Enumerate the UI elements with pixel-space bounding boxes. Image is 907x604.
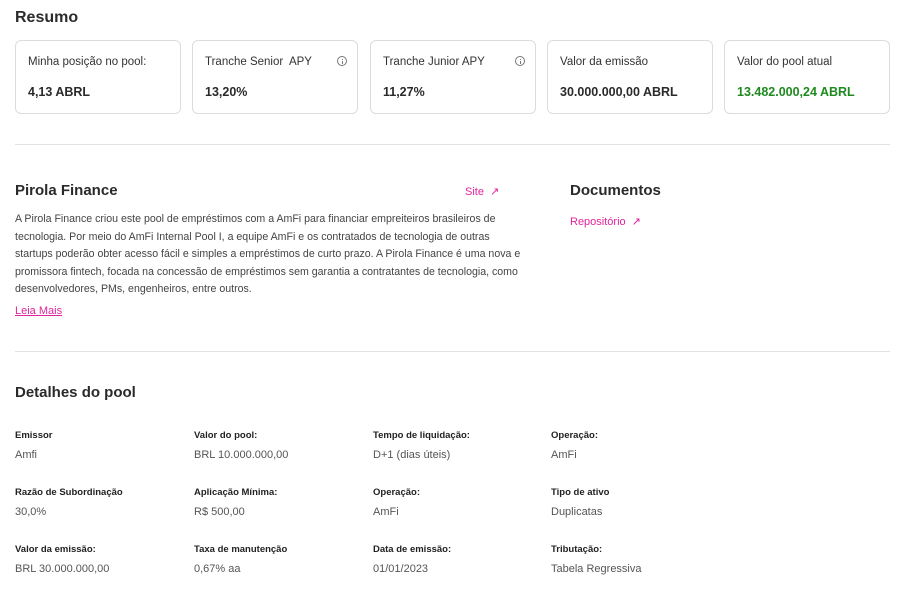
detail-value: D+1 (dias úteis)	[373, 449, 451, 461]
card-label: Valor do pool atual	[737, 56, 833, 68]
card-value: 13,20%	[205, 85, 248, 99]
detail-label: Tempo de liquidação:	[373, 430, 470, 441]
detail-label: Operação:	[373, 487, 420, 498]
detail-label: Razão de Subordinação	[15, 487, 123, 498]
detail-label: Operação:	[551, 430, 598, 441]
detail-issuance-date: Data de emissão: 01/01/2023	[373, 544, 451, 575]
divider	[15, 351, 890, 352]
detail-maintenance-fee: Taxa de manutenção 0,67% aa	[194, 544, 287, 575]
detail-label: Aplicação Mínima:	[194, 487, 278, 498]
external-link-icon: ↗	[631, 216, 641, 228]
card-value: 11,27%	[383, 85, 425, 99]
detail-minimum-investment: Aplicação Mínima: R$ 500,00	[194, 487, 277, 518]
site-link[interactable]: Site ↗	[465, 185, 499, 198]
pool-details-title: Detalhes do pool	[15, 384, 136, 401]
detail-label: Tributação:	[551, 544, 603, 555]
detail-value: 30,0%	[15, 506, 47, 518]
external-link-icon: ↗	[489, 186, 500, 198]
company-title: Pirola Finance	[15, 182, 118, 199]
detail-issuer: Emissor Amfi	[15, 430, 53, 461]
detail-label: Valor da emissão:	[15, 544, 96, 555]
summary-title: Resumo	[15, 9, 79, 26]
detail-asset-type: Tipo de ativo Duplicatas	[551, 487, 609, 518]
detail-value: Amfi	[15, 449, 37, 461]
card-value: 13.482.000,24 ABRL	[737, 85, 855, 99]
detail-value: BRL 30.000.000,00	[15, 563, 110, 575]
detail-pool-value: Valor do pool: BRL 10.000.000,00	[194, 430, 288, 461]
repository-link-label: Repositório	[570, 216, 626, 228]
card-label: Tranche Senior APY	[205, 56, 312, 68]
detail-settlement-time: Tempo de liquidação: D+1 (dias úteis)	[373, 430, 470, 461]
repository-link[interactable]: Repositório ↗	[570, 215, 641, 228]
detail-value: R$ 500,00	[194, 506, 245, 518]
summary-cards: Minha posição no pool: 4,13 ABRL Tranche…	[15, 40, 890, 114]
detail-operation: Operação: AmFi	[551, 430, 598, 461]
company-description: A Pirola Finance criou este pool de empr…	[15, 213, 521, 295]
detail-value: AmFi	[551, 449, 577, 461]
detail-label: Taxa de manutenção	[194, 544, 288, 555]
card-label: Minha posição no pool:	[28, 56, 147, 68]
card-senior-apy: Tranche Senior APY 13,20%	[192, 40, 358, 114]
detail-label: Valor do pool:	[194, 430, 258, 441]
detail-value: Duplicatas	[551, 506, 603, 518]
info-icon[interactable]	[337, 56, 347, 66]
card-my-position: Minha posição no pool: 4,13 ABRL	[15, 40, 181, 114]
detail-value: 01/01/2023	[373, 563, 429, 575]
card-value: 4,13 ABRL	[28, 85, 91, 99]
detail-label: Tipo de ativo	[551, 487, 610, 498]
card-current-pool-value: Valor do pool atual 13.482.000,24 ABRL	[724, 40, 890, 114]
site-link-label: Site	[465, 186, 484, 198]
card-value: 30.000.000,00 ABRL	[560, 85, 678, 99]
info-icon[interactable]	[515, 56, 525, 66]
detail-taxation: Tributação: Tabela Regressiva	[551, 544, 642, 575]
detail-operation: Operação: AmFi	[373, 487, 420, 518]
card-issuance-value: Valor da emissão 30.000.000,00 ABRL	[547, 40, 713, 114]
detail-label: Emissor	[15, 430, 53, 441]
detail-value: BRL 10.000.000,00	[194, 449, 289, 461]
card-label: Tranche Junior APY	[383, 56, 485, 68]
card-label: Valor da emissão	[560, 56, 648, 68]
detail-subordination-ratio: Razão de Subordinação 30,0%	[15, 487, 123, 518]
detail-issuance-value: Valor da emissão: BRL 30.000.000,00	[15, 544, 109, 575]
detail-value: Tabela Regressiva	[551, 563, 642, 575]
documents-title: Documentos	[570, 182, 661, 199]
detail-value: 0,67% aa	[194, 563, 241, 575]
detail-value: AmFi	[373, 506, 399, 518]
read-more-link[interactable]: Leia Mais	[15, 305, 62, 317]
divider	[15, 144, 890, 145]
detail-label: Data de emissão:	[373, 544, 452, 555]
card-junior-apy: Tranche Junior APY 11,27%	[370, 40, 536, 114]
